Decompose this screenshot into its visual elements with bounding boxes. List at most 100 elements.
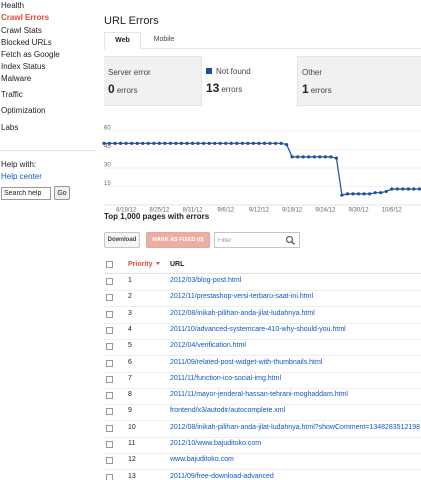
data-point[interactable] [146,141,150,145]
data-point[interactable] [323,155,327,159]
data-point[interactable] [168,141,173,145]
data-point[interactable] [157,141,161,145]
priority-column-header[interactable]: Priority [128,261,160,268]
row-url-link[interactable]: www.bajuditoko.com [170,456,234,463]
data-point[interactable] [240,141,244,145]
data-point[interactable] [107,141,112,145]
data-point[interactable] [290,155,294,159]
row-checkbox[interactable] [106,408,113,416]
data-point[interactable] [196,141,200,145]
data-point[interactable] [246,141,250,145]
row-checkbox[interactable] [106,278,113,285]
data-point[interactable] [412,187,416,191]
sidebar-item-blocked-urls[interactable]: Blocked URLs [1,38,52,47]
help-center-link[interactable]: Help center [1,172,42,181]
row-checkbox[interactable] [106,326,113,334]
go-button[interactable]: Go [54,186,70,200]
row-checkbox[interactable] [106,343,113,351]
data-point[interactable] [362,192,366,196]
sidebar-item-health[interactable]: Health [1,1,24,10]
data-point[interactable] [235,141,239,145]
row-checkbox[interactable] [106,457,113,465]
data-point[interactable] [213,141,217,145]
server-error-card[interactable]: Server error 0 errors [104,57,201,107]
data-point[interactable] [340,193,344,197]
data-point[interactable] [373,191,377,195]
data-point[interactable] [296,155,300,159]
row-checkbox[interactable] [106,441,113,448]
row-url-link[interactable]: 2011/09/free-download-advanced [170,473,274,480]
data-point[interactable] [202,141,206,145]
data-point[interactable] [279,141,283,145]
data-point[interactable] [251,141,256,145]
row-checkbox[interactable] [106,424,113,432]
data-point[interactable] [163,141,167,145]
row-url-link[interactable]: 2012/04/verification.html [170,342,246,349]
data-point[interactable] [301,155,305,159]
row-checkbox[interactable] [106,359,113,367]
row-url-link[interactable]: 2012/11/prestashop-versi-terbaru-saat-in… [170,293,313,300]
data-point[interactable] [102,141,106,145]
row-url-link[interactable]: 2011/09/related-post-widget-with-thumbna… [170,359,322,366]
sidebar-item-crawl-stats[interactable]: Crawl Stats [1,26,42,35]
data-point[interactable] [207,141,211,145]
data-point[interactable] [124,141,128,145]
row-checkbox[interactable] [106,375,113,383]
sidebar-item-crawl-errors[interactable]: Crawl Errors [1,13,49,22]
row-url-link[interactable]: frontend/x3/autodir/autocomplete.xml [170,407,285,414]
data-point[interactable] [351,192,355,196]
data-point[interactable] [390,187,394,191]
tab-web[interactable]: Web [104,32,141,50]
filter-input[interactable] [218,235,284,246]
mark-as-fixed-button[interactable]: MARK AS FIXED (0) [146,232,210,248]
data-point[interactable] [273,141,278,145]
data-point[interactable] [356,192,361,196]
row-url-link[interactable]: 2011/11/function-ico-social-img.html [170,375,281,382]
not-found-card[interactable]: Not found 13 errors [201,56,298,107]
row-url-link[interactable]: 2011/10/advanced-systemcare-410-why-shou… [170,326,346,333]
data-point[interactable] [218,141,222,145]
download-button[interactable]: Download [104,232,140,248]
data-point[interactable] [401,187,405,191]
data-point[interactable] [329,155,333,159]
sidebar-item-traffic[interactable]: Traffic [1,90,23,99]
data-point[interactable] [130,141,134,145]
tab-mobile[interactable]: Mobile [152,32,176,49]
data-point[interactable] [229,141,233,145]
row-url-link[interactable]: 2012/08/inikah-pilihan-anda-jilat-ludahn… [170,310,315,317]
row-checkbox[interactable] [106,294,113,302]
data-point[interactable] [268,141,272,145]
data-point[interactable] [185,141,189,145]
data-point[interactable] [384,189,388,194]
row-checkbox[interactable] [106,392,113,400]
data-point[interactable] [152,141,156,145]
data-point[interactable] [379,191,383,195]
data-point[interactable] [190,141,195,145]
sidebar-item-labs[interactable]: Labs [1,123,18,132]
row-url-link[interactable]: 2012/03/blog-post.html [170,277,241,284]
row-url-link[interactable]: 2012/10/www.bajuditoko.com [170,440,261,447]
data-point[interactable] [224,141,228,145]
data-point[interactable] [395,187,399,191]
other-error-card[interactable]: Other 1 errors [298,57,421,107]
data-point[interactable] [179,141,184,145]
data-point[interactable] [285,142,289,147]
data-point[interactable] [262,141,267,145]
data-point[interactable] [174,141,178,145]
data-point[interactable] [135,141,139,145]
row-url-link[interactable]: 2012/08/inikah-pilihan-anda-jilat-ludahn… [170,424,420,431]
data-point[interactable] [334,156,339,160]
row-url-link[interactable]: 2011/11/mayor-jenderal-hassan-tehrani-mo… [170,391,348,398]
data-point[interactable] [119,141,123,145]
data-point[interactable] [257,141,261,145]
data-point[interactable] [307,155,311,159]
row-checkbox[interactable] [106,310,113,318]
sidebar-item-index-status[interactable]: Index Status [1,62,45,71]
data-point[interactable] [406,187,410,191]
sidebar-item-malware[interactable]: Malware [1,74,31,83]
sidebar-item-fetch-as-google[interactable]: Fetch as Google [1,50,60,59]
search-help-input[interactable] [1,187,51,200]
data-point[interactable] [318,155,322,159]
data-point[interactable] [368,192,372,196]
select-all-checkbox[interactable] [106,261,113,268]
